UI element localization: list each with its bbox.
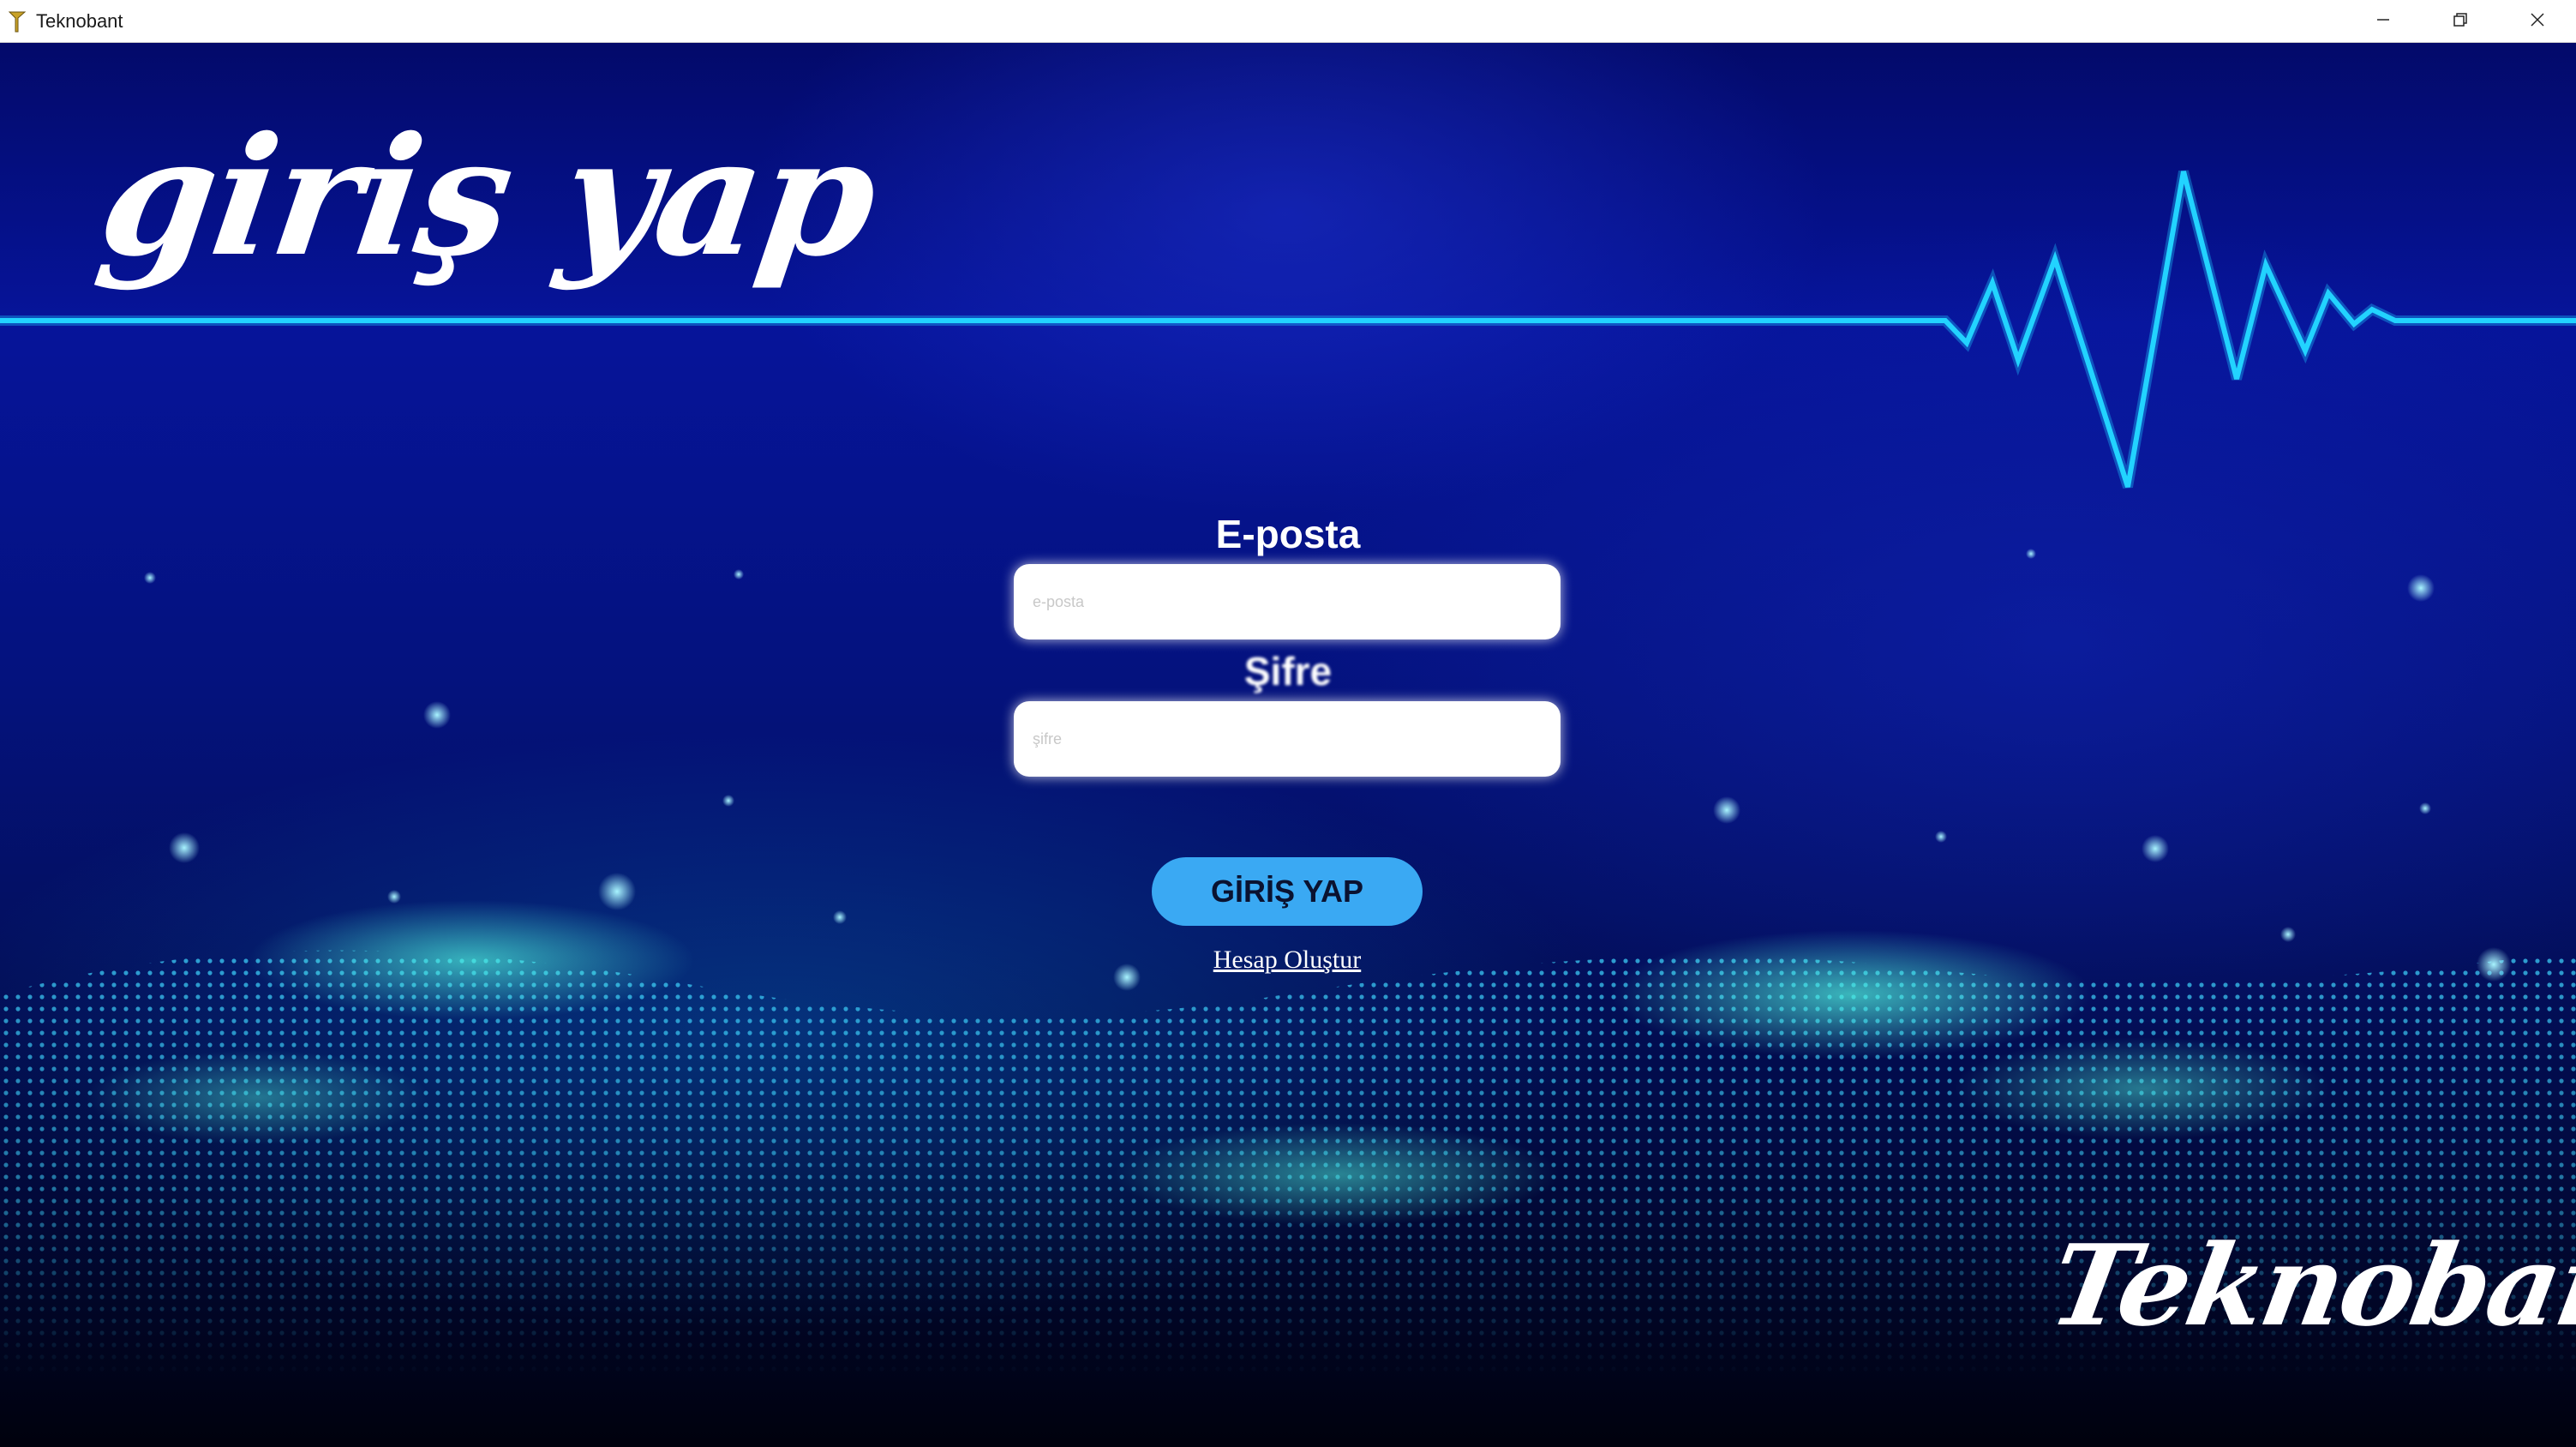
maximize-button[interactable]: [2422, 0, 2499, 43]
password-field[interactable]: [1014, 701, 1561, 777]
minimize-icon: [2375, 11, 2392, 33]
window-title: Teknobant: [36, 9, 123, 32]
create-account-link[interactable]: Hesap Oluştur: [1114, 946, 1460, 975]
app-window: Teknobant giriş yap E-posta e-posta Şifr…: [0, 0, 2576, 1447]
login-button-label: GİRİŞ YAP: [1210, 874, 1364, 909]
brand-logo: Teknobant: [2040, 1220, 2576, 1351]
email-field[interactable]: [1014, 564, 1561, 639]
email-label: E-posta: [1215, 512, 1361, 556]
app-logo-icon: [5, 9, 29, 34]
page-title: giriş yap: [89, 101, 887, 292]
login-button[interactable]: GİRİŞ YAP: [1152, 857, 1423, 926]
window-controls: [2345, 0, 2576, 43]
close-icon: [2529, 11, 2546, 33]
minimize-button[interactable]: [2345, 0, 2422, 43]
restore-icon: [2452, 11, 2469, 33]
login-form: E-posta Şifre: [1014, 514, 1562, 777]
close-button[interactable]: [2499, 0, 2576, 43]
password-label: Şifre: [1243, 649, 1333, 693]
login-screen: giriş yap E-posta Şifre GİRİŞ YAP Hesap …: [0, 43, 2576, 1447]
title-bar[interactable]: Teknobant: [0, 0, 2576, 43]
